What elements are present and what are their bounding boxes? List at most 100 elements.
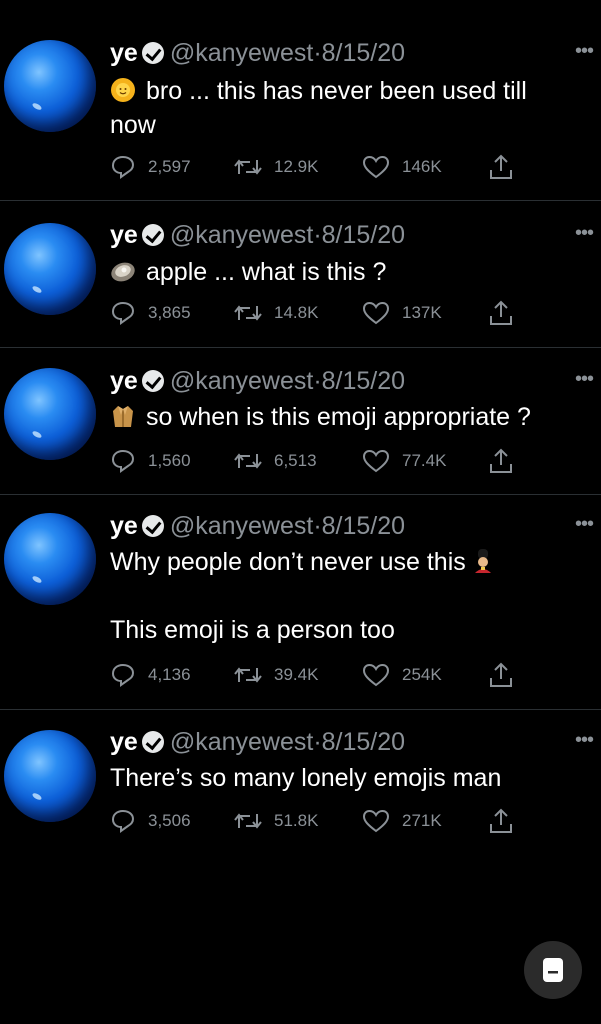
like-count: 271K xyxy=(402,811,442,830)
verified-badge-icon xyxy=(141,731,164,753)
share-icon xyxy=(490,448,512,473)
more-options-icon[interactable]: ••• xyxy=(575,729,594,752)
reply-icon xyxy=(111,301,135,325)
tweet-text: so when is this emoji appropriate ? xyxy=(110,400,581,434)
retweet-icon xyxy=(234,813,262,829)
handle[interactable]: @kanyewest xyxy=(170,728,314,756)
heart-icon xyxy=(362,809,390,833)
tweet[interactable]: ye @kanyewest·8/15/20 ••• bro ... this ha… xyxy=(0,0,601,200)
timestamp[interactable]: 8/15/20 xyxy=(322,367,405,395)
retweet-button[interactable]: 12.9K xyxy=(234,152,318,182)
retweet-count: 14.8K xyxy=(274,303,319,322)
tweet-header: ye @kanyewest·8/15/20 xyxy=(110,39,406,67)
oyster-emoji xyxy=(111,262,135,282)
handle[interactable]: @kanyewest xyxy=(170,221,314,249)
like-count: 146K xyxy=(402,157,442,176)
timestamp[interactable]: 8/15/20 xyxy=(322,512,405,540)
more-options-icon[interactable]: ••• xyxy=(575,368,594,391)
share-icon xyxy=(490,808,512,833)
tweet-text: apple ... what is this ? xyxy=(110,255,581,289)
avatar[interactable] xyxy=(4,730,96,822)
retweet-button[interactable]: 51.8K xyxy=(234,806,318,836)
avatar[interactable] xyxy=(4,40,96,132)
handle[interactable]: @kanyewest xyxy=(170,39,314,67)
avatar[interactable] xyxy=(4,223,96,315)
display-name[interactable]: ye xyxy=(110,728,138,756)
share-button[interactable] xyxy=(488,298,526,328)
tweet-actions: 3,865 14.8K 137K xyxy=(110,298,530,328)
retweet-icon xyxy=(234,159,262,175)
reply-button[interactable]: 2,597 xyxy=(110,152,191,182)
retweet-count: 6,513 xyxy=(274,451,317,470)
reply-button[interactable]: 3,506 xyxy=(110,806,191,836)
tweet[interactable]: ye @kanyewest·8/15/20 ••• apple ... what … xyxy=(0,201,601,347)
share-icon xyxy=(490,300,512,325)
retweet-button[interactable]: 39.4K xyxy=(234,660,318,690)
tweet[interactable]: ye @kanyewest·8/15/20 ••• Why people don’… xyxy=(0,495,601,709)
retweet-button[interactable]: 6,513 xyxy=(234,446,317,476)
like-button[interactable]: 146K xyxy=(362,152,442,182)
like-count: 254K xyxy=(402,665,442,684)
share-button[interactable] xyxy=(488,660,526,690)
more-options-icon[interactable]: ••• xyxy=(575,222,594,245)
reply-icon xyxy=(111,155,135,179)
display-name[interactable]: ye xyxy=(110,221,138,249)
heart-icon xyxy=(362,449,390,473)
more-options-icon[interactable]: ••• xyxy=(575,40,594,63)
guard-emoji xyxy=(474,549,491,573)
tweet-actions: 1,560 6,513 77.4K xyxy=(110,446,530,476)
retweet-icon xyxy=(234,453,262,469)
note-icon xyxy=(543,958,563,982)
verified-badge-icon xyxy=(141,515,164,537)
tweet[interactable]: ye @kanyewest·8/15/20 ••• so when is this… xyxy=(0,348,601,494)
timestamp[interactable]: 8/15/20 xyxy=(322,728,405,756)
tweet[interactable]: ye @kanyewest·8/15/20 ••• There’s so many… xyxy=(0,710,601,860)
tweet-text: There’s so many lonely emojis man xyxy=(110,764,502,792)
heart-icon xyxy=(362,663,390,687)
reply-icon xyxy=(111,809,135,833)
reply-count: 4,136 xyxy=(148,665,191,684)
tweet-header: ye @kanyewest·8/15/20 xyxy=(110,367,406,395)
share-button[interactable] xyxy=(488,152,526,182)
share-button[interactable] xyxy=(488,446,526,476)
tweet-actions: 2,597 12.9K 146K xyxy=(110,152,530,182)
more-options-icon[interactable]: ••• xyxy=(575,513,594,536)
tweet-header: ye @kanyewest·8/15/20 xyxy=(110,728,406,756)
note-button[interactable] xyxy=(524,941,582,999)
reply-count: 3,865 xyxy=(148,303,191,322)
like-button[interactable]: 254K xyxy=(362,660,442,690)
reply-button[interactable]: 4,136 xyxy=(110,660,191,690)
retweet-count: 12.9K xyxy=(274,157,319,176)
like-button[interactable]: 271K xyxy=(362,806,442,836)
heart-icon xyxy=(362,301,390,325)
reply-count: 3,506 xyxy=(148,811,191,830)
sun-with-face-emoji xyxy=(111,78,135,102)
handle[interactable]: @kanyewest xyxy=(170,512,314,540)
avatar[interactable] xyxy=(4,513,96,605)
share-button[interactable] xyxy=(488,806,526,836)
timestamp[interactable]: 8/15/20 xyxy=(322,39,405,67)
reply-icon xyxy=(111,449,135,473)
display-name[interactable]: ye xyxy=(110,512,138,540)
tweet-actions: 3,506 51.8K 271K xyxy=(110,806,530,836)
reply-button[interactable]: 1,560 xyxy=(110,446,191,476)
retweet-icon xyxy=(234,305,262,321)
reply-button[interactable]: 3,865 xyxy=(110,298,191,328)
tweet-text: Why people don’t never use this This emo… xyxy=(110,545,581,647)
like-button[interactable]: 77.4K xyxy=(362,446,446,476)
retweet-icon xyxy=(234,667,262,683)
reply-icon xyxy=(111,663,135,687)
retweet-count: 39.4K xyxy=(274,665,319,684)
share-icon xyxy=(490,154,512,179)
retweet-button[interactable]: 14.8K xyxy=(234,298,318,328)
tweet-header: ye @kanyewest·8/15/20 xyxy=(110,512,406,540)
handle[interactable]: @kanyewest xyxy=(170,367,314,395)
display-name[interactable]: ye xyxy=(110,367,138,395)
verified-badge-icon xyxy=(141,370,164,392)
avatar[interactable] xyxy=(4,368,96,460)
like-button[interactable]: 137K xyxy=(362,298,442,328)
share-icon xyxy=(490,662,512,687)
display-name[interactable]: ye xyxy=(110,39,138,67)
like-count: 77.4K xyxy=(402,451,447,470)
timestamp[interactable]: 8/15/20 xyxy=(322,221,405,249)
